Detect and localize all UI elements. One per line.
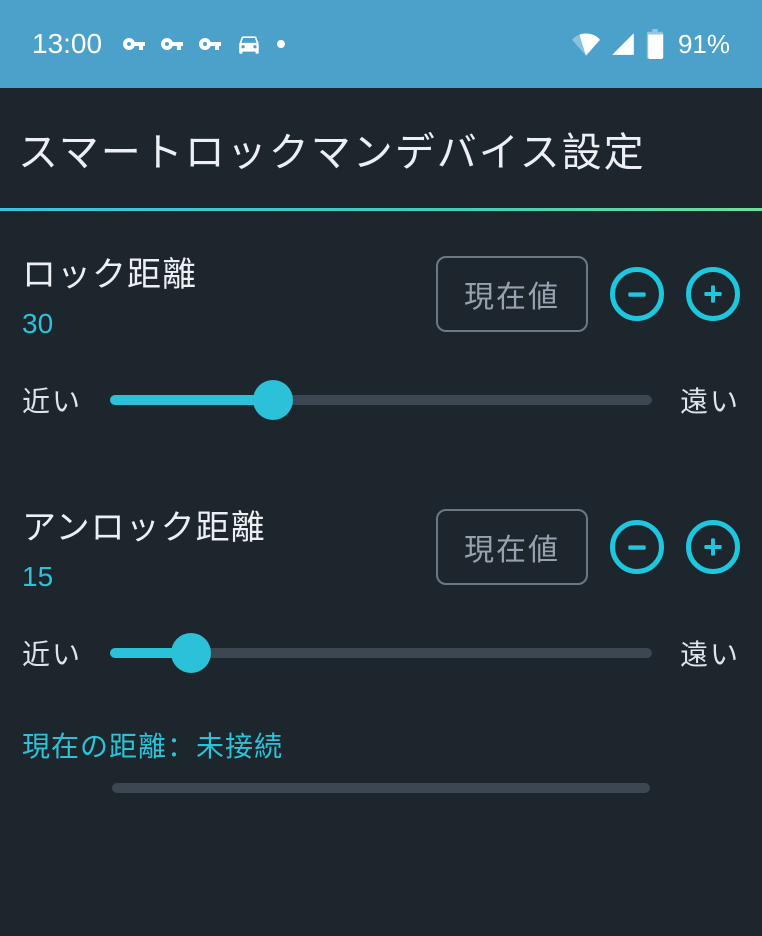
- status-bar: 13:00 91%: [0, 0, 762, 88]
- unlock-plus-button[interactable]: [686, 520, 740, 574]
- lock-distance-label: ロック距離: [22, 247, 197, 296]
- lock-distance-slider[interactable]: [110, 381, 652, 419]
- unlock-distance-label: アンロック距離: [22, 500, 266, 549]
- slider-fill: [110, 395, 273, 405]
- key-icon: [122, 32, 146, 56]
- slider-thumb[interactable]: [171, 633, 211, 673]
- current-distance-section: 現在の距離：未接続: [0, 673, 762, 793]
- battery-percent: 91%: [678, 29, 730, 60]
- page-header: スマートロックマンデバイス設定: [0, 88, 762, 211]
- unlock-distance-slider[interactable]: [110, 634, 652, 672]
- status-right: 91%: [572, 29, 730, 60]
- lock-distance-value: 30: [22, 308, 197, 340]
- plus-icon: [700, 281, 726, 307]
- current-distance-track: [112, 783, 650, 793]
- minus-icon: [624, 534, 650, 560]
- page-title: スマートロックマンデバイス設定: [18, 120, 744, 178]
- unlock-minus-button[interactable]: [610, 520, 664, 574]
- unlock-distance-value: 15: [22, 561, 266, 593]
- unlock-distance-section: アンロック距離 15 現在値 近い 遠い: [0, 420, 762, 673]
- lock-minus-button[interactable]: [610, 267, 664, 321]
- status-left: 13:00: [32, 28, 286, 60]
- cell-signal-icon: [610, 31, 636, 57]
- dot-icon: [276, 39, 286, 49]
- lock-plus-button[interactable]: [686, 267, 740, 321]
- lock-distance-section: ロック距離 30 現在値 近い 遠い: [0, 211, 762, 420]
- wifi-icon: [572, 30, 600, 58]
- key-icon: [160, 32, 184, 56]
- current-distance-label: 現在の距離：未接続: [22, 725, 740, 765]
- battery-icon: [646, 29, 664, 59]
- minus-icon: [624, 281, 650, 307]
- car-icon: [236, 31, 262, 57]
- lock-max-label: 遠い: [674, 380, 740, 420]
- lock-current-value-button[interactable]: 現在値: [436, 256, 588, 332]
- slider-thumb[interactable]: [253, 380, 293, 420]
- status-time: 13:00: [32, 28, 102, 60]
- plus-icon: [700, 534, 726, 560]
- key-icon: [198, 32, 222, 56]
- unlock-max-label: 遠い: [674, 633, 740, 673]
- lock-min-label: 近い: [22, 380, 88, 420]
- unlock-current-value-button[interactable]: 現在値: [436, 509, 588, 585]
- unlock-min-label: 近い: [22, 633, 88, 673]
